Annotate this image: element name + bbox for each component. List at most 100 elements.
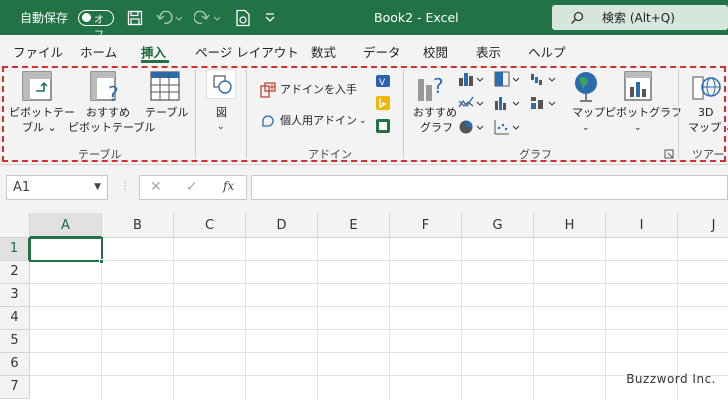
group-separator (678, 69, 679, 159)
pivot-table-icon[interactable] (22, 71, 52, 104)
row-header[interactable]: 6 (0, 353, 30, 376)
column-header[interactable]: I (606, 213, 678, 238)
undo-icon[interactable] (156, 0, 182, 35)
column-header[interactable]: H (534, 213, 606, 238)
pivot-chart-icon[interactable] (624, 71, 654, 104)
my-addins-chevron-icon[interactable]: ⌄ (359, 114, 367, 128)
gridline (30, 306, 728, 307)
row-header[interactable]: 3 (0, 284, 30, 307)
redo-icon[interactable] (194, 0, 220, 35)
maps-icon[interactable] (572, 71, 600, 106)
tab-view[interactable]: 表示 (476, 42, 501, 61)
recommended-charts-label-1[interactable]: おすすめ (413, 106, 457, 120)
tab-file[interactable]: ファイル (13, 42, 63, 61)
table-icon[interactable] (150, 71, 180, 104)
save-icon[interactable] (127, 0, 143, 35)
column-header[interactable]: A (30, 213, 102, 238)
search-box[interactable]: 検索 (Alt+Q) (552, 5, 728, 30)
3d-map-label-1[interactable]: 3D (698, 106, 713, 120)
recommended-charts-label-2[interactable]: グラフ (420, 121, 453, 135)
tab-data[interactable]: データ (363, 42, 401, 61)
row-header[interactable]: 4 (0, 307, 30, 330)
gridline (30, 329, 728, 330)
3d-map-icon[interactable] (692, 73, 722, 106)
maps-label[interactable]: マップ (572, 106, 605, 120)
column-chart-icon[interactable] (458, 71, 486, 90)
illustrations-label[interactable]: 図 (216, 106, 227, 120)
column-header[interactable]: F (390, 213, 462, 238)
formula-bar: A1 ▼ ⋮ ✕ ✓ fx (0, 165, 728, 213)
column-header[interactable]: J (678, 213, 728, 238)
combo-chart-icon[interactable] (530, 95, 558, 114)
charts-dialog-launcher-icon[interactable] (664, 148, 674, 162)
search-label: 検索 (Alt+Q) (602, 11, 675, 25)
fill-handle[interactable] (99, 259, 104, 264)
bing-icon[interactable] (375, 95, 391, 114)
enter-icon[interactable]: ✓ (186, 179, 198, 195)
waterfall-chart-icon[interactable] (530, 71, 558, 90)
recommended-pivot-label-2[interactable]: ピボットテーブル (68, 121, 155, 135)
autosave-toggle[interactable]: オフ (74, 0, 114, 41)
group-separator (195, 69, 196, 159)
row-header[interactable]: 7 (0, 376, 30, 399)
cancel-icon[interactable]: ✕ (150, 179, 162, 195)
gridline (30, 260, 728, 261)
maps-chevron-icon[interactable]: ⌄ (582, 121, 590, 135)
row-header[interactable]: 1 (0, 238, 30, 261)
customize-qat-icon[interactable] (264, 0, 276, 35)
title-bar: 自動保存 オフ Book2 - Excel 検索 (Alt+Q) (0, 0, 728, 41)
tab-review[interactable]: 校閲 (423, 42, 448, 61)
select-all-corner[interactable] (0, 213, 30, 238)
tab-home[interactable]: ホーム (80, 42, 117, 61)
3d-map-label-2[interactable]: マップ ⌄ (688, 121, 728, 135)
line-chart-icon[interactable] (458, 95, 486, 114)
more-options-icon[interactable]: ⋮ (120, 181, 130, 192)
insert-function-icon[interactable]: fx (223, 179, 234, 193)
recommended-charts-icon[interactable]: ? (416, 71, 448, 106)
search-icon (571, 11, 584, 24)
my-addins-icon[interactable] (260, 113, 276, 132)
group-separator (246, 69, 247, 159)
scatter-chart-icon[interactable] (494, 119, 522, 138)
visio-icon[interactable]: V (375, 73, 391, 92)
ribbon-tabs: ファイル ホーム 挿入 ページ レイアウト 数式 データ 校閲 表示 ヘルプ (0, 35, 728, 63)
pie-chart-icon[interactable] (458, 119, 486, 138)
formula-input[interactable] (251, 175, 728, 200)
people-graph-icon[interactable] (375, 118, 391, 137)
group-addins-label: アドイン (308, 148, 352, 161)
print-preview-icon[interactable] (235, 0, 251, 35)
my-addins-label[interactable]: 個人用アドイン (280, 114, 357, 128)
get-addins-icon[interactable] (260, 82, 276, 101)
gridline (30, 375, 728, 376)
illustrations-icon[interactable] (206, 69, 236, 99)
pivot-table-label-2[interactable]: ブル ⌄ (22, 121, 57, 135)
recommended-pivot-label-1[interactable]: おすすめ (86, 106, 130, 120)
column-header[interactable]: C (174, 213, 246, 238)
pivot-table-label-1[interactable]: ピボットテー (9, 106, 75, 120)
document-title: Book2 - Excel (374, 10, 459, 25)
column-header[interactable]: G (462, 213, 534, 238)
tab-insert[interactable]: 挿入 (141, 42, 166, 61)
column-header[interactable]: D (246, 213, 318, 238)
name-box-value: A1 (13, 180, 31, 195)
name-box-dropdown-icon[interactable]: ▼ (94, 176, 101, 199)
recommended-pivot-icon[interactable]: ? (90, 71, 122, 106)
group-table-label: テーブル (78, 148, 122, 161)
row-header[interactable]: 5 (0, 330, 30, 353)
row-header[interactable]: 2 (0, 261, 30, 284)
active-cell-a1[interactable] (29, 237, 103, 262)
column-header[interactable]: B (102, 213, 174, 238)
name-box[interactable]: A1 ▼ (6, 175, 108, 200)
tab-page-layout[interactable]: ページ レイアウト (195, 42, 299, 61)
tab-help[interactable]: ヘルプ (528, 42, 566, 61)
pivot-chart-chevron-icon[interactable]: ⌄ (634, 121, 642, 135)
hierarchy-chart-icon[interactable] (494, 71, 522, 90)
statistic-chart-icon[interactable] (494, 95, 522, 114)
illustrations-chevron-icon[interactable]: ⌄ (217, 120, 225, 134)
table-label[interactable]: テーブル (145, 106, 188, 120)
pivot-chart-label[interactable]: ピボットグラフ (605, 106, 682, 120)
group-tours-label: ツアー (692, 148, 725, 161)
column-header[interactable]: E (318, 213, 390, 238)
get-addins-label[interactable]: アドインを入手 (280, 83, 357, 97)
tab-formulas[interactable]: 数式 (311, 42, 336, 61)
